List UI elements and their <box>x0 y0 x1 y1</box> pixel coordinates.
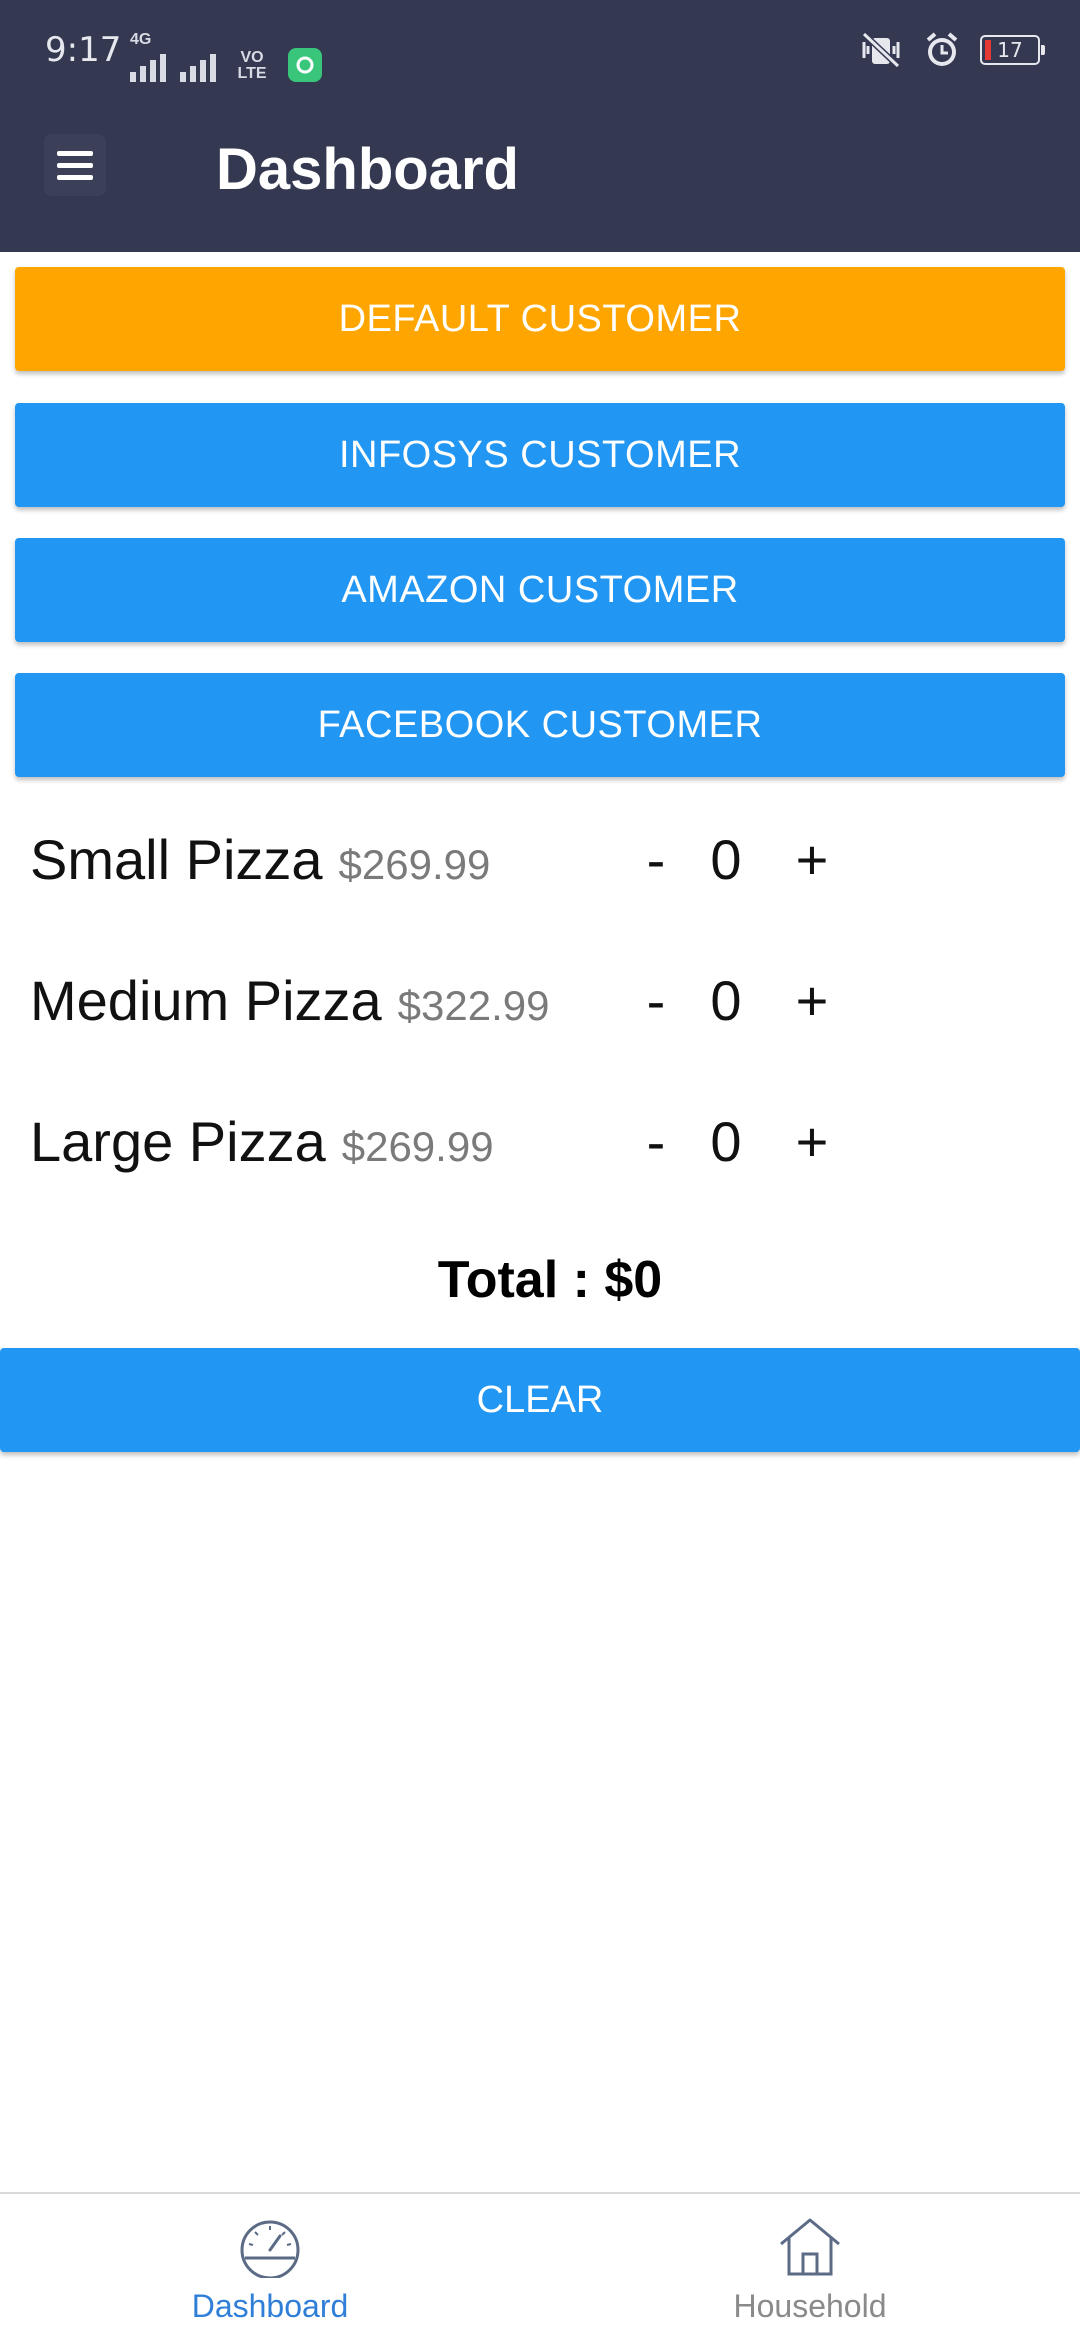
network-indicator: 4G <box>130 32 166 82</box>
vibrate-off-icon <box>861 31 901 69</box>
increment-button[interactable]: + <box>782 827 842 892</box>
amazon-customer-button[interactable]: AMAZON CUSTOMER <box>15 538 1065 642</box>
pizza-name: Small Pizza <box>30 828 323 891</box>
nav-label-household: Household <box>733 2288 887 2324</box>
bottom-navigation: Dashboard Household <box>0 2192 1080 2342</box>
pizza-row-small: Small Pizza $269.99 - 0 + <box>30 820 1030 910</box>
speedometer-icon <box>240 2220 300 2278</box>
network-type-label: 4G <box>130 31 152 48</box>
default-customer-button[interactable]: DEFAULT CUSTOMER <box>15 267 1065 371</box>
status-left-icons: 4G VO LTE <box>130 32 322 82</box>
pizza-price: $322.99 <box>397 982 550 1029</box>
status-time: 9:17 <box>45 30 122 70</box>
battery-icon: 17 <box>980 35 1045 65</box>
clear-button[interactable]: CLEAR <box>0 1348 1080 1452</box>
notification-app-icon <box>288 48 322 82</box>
pizza-name-label: Large Pizza $269.99 <box>30 1109 494 1174</box>
pizza-price: $269.99 <box>338 841 491 888</box>
signal-strength-icon <box>130 48 166 82</box>
facebook-customer-button[interactable]: FACEBOOK CUSTOMER <box>15 673 1065 777</box>
total-label: Total : $0 <box>437 1251 663 1309</box>
quantity-value: 0 <box>710 969 742 1032</box>
nav-tab-dashboard[interactable]: Dashboard <box>0 2194 540 2342</box>
battery-level: 17 <box>997 38 1023 62</box>
nav-tab-household[interactable]: Household <box>540 2194 1080 2342</box>
pizza-row-medium: Medium Pizza $322.99 - 0 + <box>30 961 1030 1051</box>
decrement-button[interactable]: - <box>636 1109 676 1174</box>
nav-label-dashboard: Dashboard <box>191 2288 349 2324</box>
page-title: Dashboard <box>216 137 519 202</box>
infosys-customer-button[interactable]: INFOSYS CUSTOMER <box>15 403 1065 507</box>
alarm-icon <box>926 32 958 66</box>
status-right-icons: 17 <box>858 30 1045 70</box>
quantity-value: 0 <box>710 828 742 891</box>
pizza-row-large: Large Pizza $269.99 - 0 + <box>30 1102 1030 1192</box>
signal-strength-icon-2 <box>180 48 216 82</box>
increment-button[interactable]: + <box>782 968 842 1033</box>
volte-icon: VO LTE <box>237 49 267 82</box>
pizza-name-label: Medium Pizza $322.99 <box>30 968 550 1033</box>
pizza-name: Large Pizza <box>30 1110 326 1173</box>
increment-button[interactable]: + <box>782 1109 842 1174</box>
house-icon <box>780 2218 840 2276</box>
menu-button[interactable] <box>44 134 106 196</box>
decrement-button[interactable]: - <box>636 827 676 892</box>
pizza-price: $269.99 <box>341 1123 494 1170</box>
app-header: 9:17 4G VO LTE 17 Dashboard <box>0 0 1080 252</box>
pizza-name: Medium Pizza <box>30 969 382 1032</box>
pizza-name-label: Small Pizza $269.99 <box>30 827 490 892</box>
quantity-value: 0 <box>710 1110 742 1173</box>
decrement-button[interactable]: - <box>636 968 676 1033</box>
